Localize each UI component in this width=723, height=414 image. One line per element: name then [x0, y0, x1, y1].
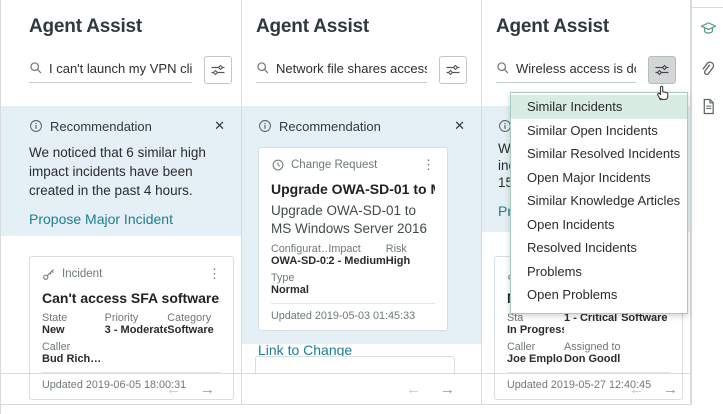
field-label: Category: [167, 312, 221, 324]
field-label: Type: [271, 272, 328, 284]
field-value: 2 - Medium: [328, 255, 385, 267]
agent-assist-graduation-cap-icon[interactable]: [699, 19, 717, 37]
page-title: Agent Assist: [256, 0, 467, 38]
change-request-card[interactable]: Change Request ⋮ Upgrade OWA-SD-01 to MS…: [258, 147, 448, 331]
field-label: Caller: [42, 341, 105, 353]
field-value: Normal: [271, 284, 328, 296]
search-input[interactable]: [276, 61, 427, 76]
search-field: [496, 58, 636, 83]
pagination-footer: ← →: [482, 373, 690, 405]
next-page-arrow[interactable]: →: [440, 381, 455, 398]
recommendation-text: We noticed that 6 similar high impact in…: [29, 143, 225, 200]
filter-sliders-icon: [210, 62, 226, 78]
recommendation-banner: Recommendation ✕ Change Request ⋮ Upgrad…: [242, 106, 481, 344]
search-icon: [29, 61, 43, 75]
search-context-dropdown: Similar Incidents Similar Open Incidents…: [510, 92, 688, 314]
close-icon[interactable]: ✕: [454, 118, 465, 134]
prev-page-arrow[interactable]: ←: [406, 381, 421, 398]
filter-sliders-icon: [445, 62, 461, 78]
pagination-footer: ← →: [1, 373, 241, 405]
card-type-label: Incident: [62, 268, 102, 280]
document-icon[interactable]: [699, 97, 717, 115]
context-sidebar: [691, 0, 723, 405]
field-value: 3 - Moderate: [105, 324, 168, 336]
next-page-arrow[interactable]: →: [200, 381, 215, 398]
search-input[interactable]: [49, 61, 192, 76]
propose-major-incident-link[interactable]: Propose Major Incident: [29, 211, 173, 227]
dropdown-item-similar-open-incidents[interactable]: Similar Open Incidents: [511, 119, 687, 143]
close-icon[interactable]: ✕: [214, 118, 225, 134]
change-request-description: Upgrade OWA-SD-01 to MS Windows Server 2…: [271, 202, 435, 237]
next-page-arrow[interactable]: →: [663, 381, 678, 398]
card-type-label: Change Request: [291, 159, 377, 171]
dropdown-item-open-incidents[interactable]: Open Incidents: [511, 213, 687, 237]
dropdown-item-similar-resolved-incidents[interactable]: Similar Resolved Incidents: [511, 142, 687, 166]
field-value: Joe Emplo…: [507, 353, 564, 365]
page-title: Agent Assist: [29, 0, 232, 38]
dropdown-item-resolved-incidents[interactable]: Resolved Incidents: [511, 236, 687, 260]
field-label: Configurat…: [271, 243, 328, 255]
prev-page-arrow[interactable]: ←: [629, 381, 644, 398]
field-value: 1 - Critical: [564, 312, 621, 324]
search-field: [256, 58, 427, 83]
dropdown-item-problems[interactable]: Problems: [511, 260, 687, 284]
kebab-menu-icon[interactable]: ⋮: [208, 266, 221, 282]
field-value: OWA-SD-01: [271, 255, 328, 267]
dropdown-item-similar-knowledge-articles[interactable]: Similar Knowledge Articles: [511, 189, 687, 213]
field-value: Don Goodl…: [564, 353, 621, 365]
prev-page-arrow[interactable]: ←: [166, 381, 181, 398]
field-value: In Progress: [507, 324, 564, 336]
field-label: Risk: [386, 243, 435, 255]
clock-icon: [271, 158, 285, 172]
kebab-menu-icon[interactable]: ⋮: [422, 157, 435, 173]
search-input[interactable]: [516, 61, 636, 76]
filter-button-active[interactable]: [648, 56, 676, 84]
field-label: Priority: [105, 312, 168, 324]
updated-timestamp: Updated 2019-05-03 01:45:33: [271, 303, 435, 322]
info-icon: [29, 119, 43, 133]
info-icon: [258, 119, 272, 133]
field-label: Sta: [507, 312, 564, 324]
recommendation-banner: Recommendation ✕ We noticed that 6 simil…: [1, 106, 241, 236]
field-value: Software: [167, 324, 221, 336]
dropdown-item-open-major-incidents[interactable]: Open Major Incidents: [511, 166, 687, 190]
page-title: Agent Assist: [496, 0, 676, 38]
filter-button[interactable]: [439, 56, 467, 84]
key-icon: [42, 267, 56, 281]
field-value: Bud Rich…: [42, 353, 105, 365]
incident-title: Can't access SFA software: [42, 290, 221, 306]
agent-assist-panel-1: Agent Assist R: [1, 0, 242, 405]
field-label: State: [42, 312, 105, 324]
recommendation-label: Recommendation: [50, 119, 152, 134]
field-value: Software: [621, 312, 670, 324]
agent-assist-workspace: Agent Assist R: [0, 0, 723, 414]
attachment-paperclip-icon[interactable]: [699, 58, 717, 76]
mouse-cursor-hand: [654, 83, 671, 102]
field-value: New: [42, 324, 105, 336]
recommendation-label: Recommendation: [279, 119, 381, 134]
field-value: High: [386, 255, 435, 267]
field-label: Assigned to: [564, 341, 621, 353]
filter-button[interactable]: [204, 56, 232, 84]
filter-sliders-icon: [654, 62, 670, 78]
next-card-peek: [255, 356, 455, 373]
dropdown-item-open-problems[interactable]: Open Problems: [511, 283, 687, 307]
search-field: [29, 58, 192, 83]
pagination-footer: ← →: [242, 373, 481, 405]
field-label: Impact: [328, 243, 385, 255]
agent-assist-panel-2: Agent Assist R: [242, 0, 482, 405]
field-label: Caller: [507, 341, 564, 353]
search-icon: [256, 61, 270, 75]
search-icon: [496, 61, 510, 75]
change-request-title: Upgrade OWA-SD-01 to MS Win…: [271, 181, 435, 197]
